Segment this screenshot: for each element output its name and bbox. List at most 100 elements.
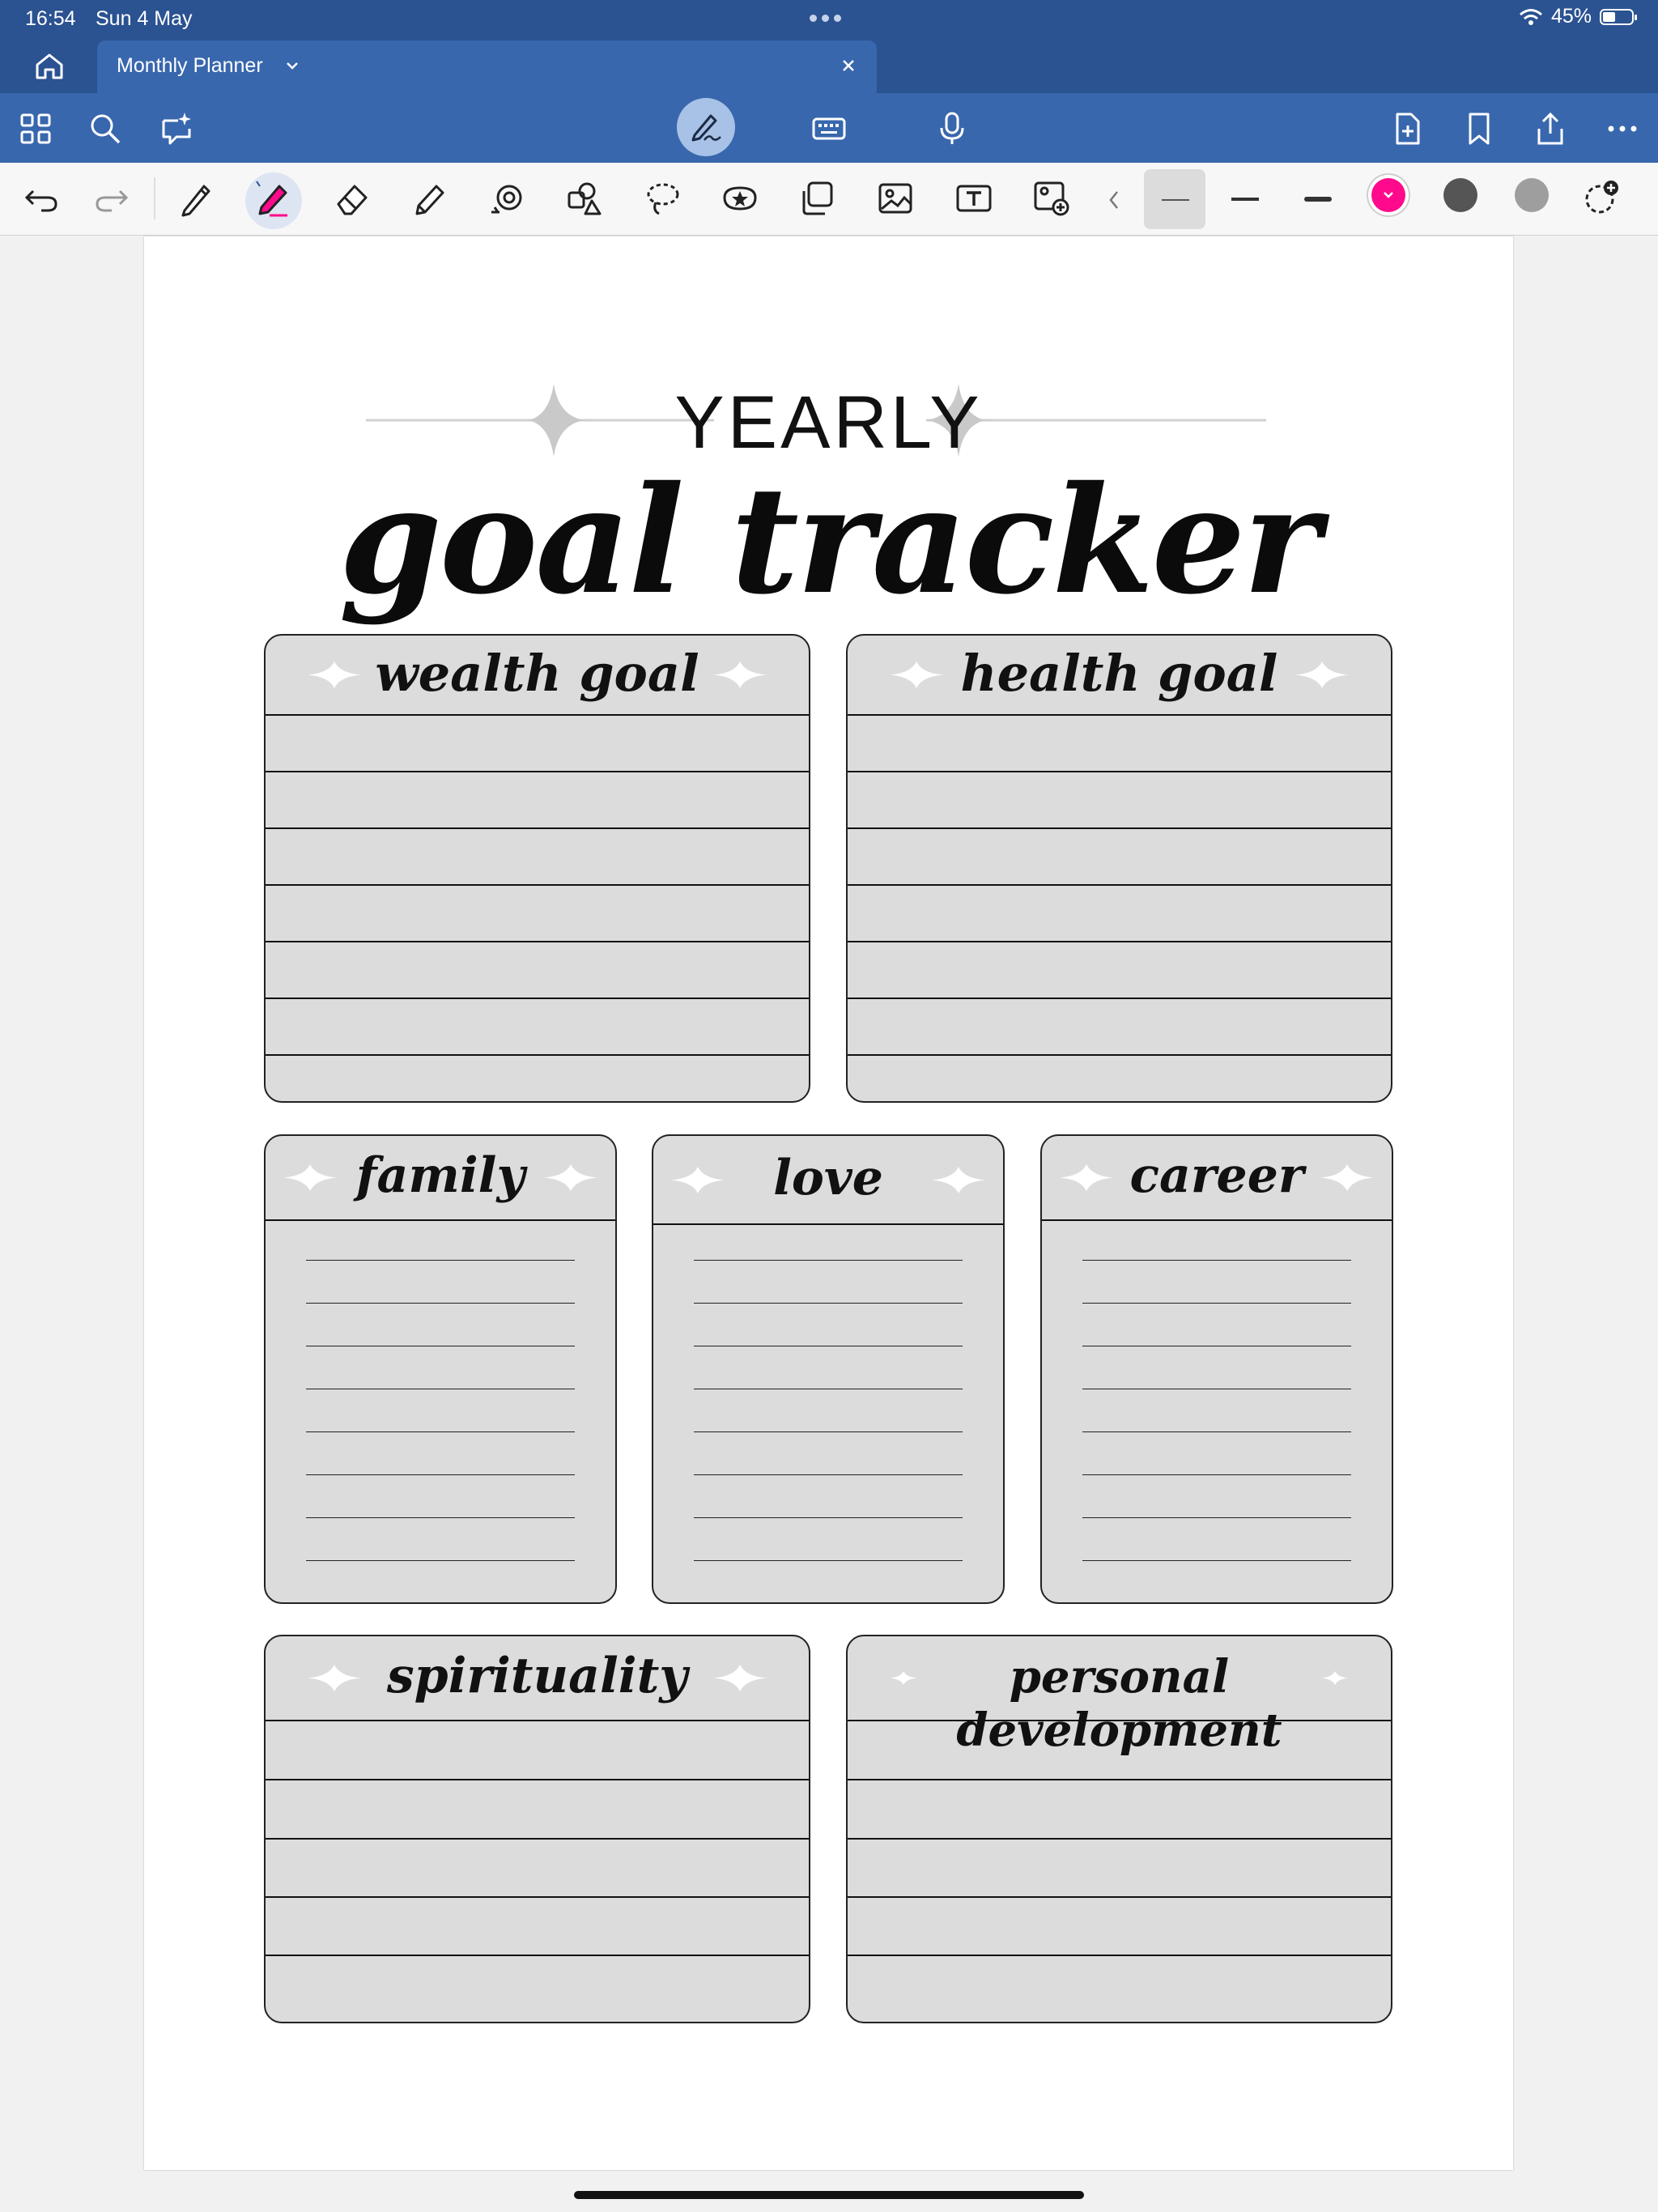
- search-icon[interactable]: [87, 111, 123, 147]
- writing-line: [266, 884, 809, 886]
- drawing-toolbar: [0, 163, 1658, 236]
- writing-line: [306, 1260, 575, 1261]
- writing-line: [266, 998, 809, 999]
- sparkle-icon: [283, 1164, 337, 1195]
- writing-line: [848, 1838, 1391, 1840]
- planner-page[interactable]: YEARLY goal tracker wealth goal health go…: [144, 236, 1513, 2170]
- more-icon[interactable]: [1605, 111, 1640, 147]
- wifi-icon: [1519, 8, 1542, 25]
- text-box-icon[interactable]: [955, 180, 993, 217]
- goal-box-wealth-goal[interactable]: wealth goal: [264, 634, 810, 1103]
- page-title: goal tracker: [338, 453, 1321, 627]
- add-page-icon[interactable]: [1389, 111, 1425, 147]
- handwriting-pen-icon: [691, 114, 721, 142]
- writing-line: [306, 1431, 575, 1432]
- main-toolbar: [0, 93, 1658, 163]
- share-icon[interactable]: [1533, 111, 1568, 147]
- sparkle-icon: [308, 1665, 361, 1695]
- sparkle-icon: [713, 661, 767, 692]
- close-icon[interactable]: [838, 55, 859, 76]
- tab-title: Monthly Planner: [117, 54, 263, 77]
- writing-line: [848, 1054, 1391, 1056]
- top-bar: 16:54 Sun 4 May 45% Monthly Planner: [0, 0, 1658, 93]
- writing-line: [694, 1431, 963, 1432]
- writing-line: [694, 1517, 963, 1518]
- writing-line: [848, 1779, 1391, 1780]
- goal-box-header: spirituality: [266, 1636, 809, 1721]
- ai-assist-icon[interactable]: [159, 111, 194, 147]
- writing-line: [306, 1517, 575, 1518]
- writing-line: [306, 1474, 575, 1475]
- sticker-icon[interactable]: [721, 180, 759, 217]
- sparkle-icon: [932, 1167, 985, 1197]
- tab-monthly-planner[interactable]: Monthly Planner: [97, 40, 877, 93]
- eraser-icon[interactable]: [334, 180, 371, 217]
- goal-box-love[interactable]: love: [652, 1134, 1005, 1604]
- pen-icon[interactable]: [178, 180, 215, 217]
- writing-line: [1082, 1260, 1351, 1261]
- status-indicators: 45%: [1519, 5, 1637, 28]
- writing-line: [1082, 1517, 1351, 1518]
- writing-line: [1082, 1431, 1351, 1432]
- color-swatch-dark-gray[interactable]: [1443, 178, 1477, 212]
- goal-box-header: career: [1042, 1136, 1392, 1221]
- goal-box-spirituality[interactable]: spirituality: [264, 1635, 810, 2023]
- image-icon[interactable]: [877, 180, 914, 217]
- sparkle-icon: [1321, 1671, 1349, 1689]
- redo-icon[interactable]: [92, 180, 130, 217]
- writing-line: [1082, 1303, 1351, 1304]
- highlight-pen-icon[interactable]: [255, 180, 292, 217]
- sparkle-icon: [308, 661, 361, 692]
- writing-line: [306, 1303, 575, 1304]
- stroke-width-medium[interactable]: [1231, 198, 1259, 201]
- home-icon[interactable]: [31, 50, 68, 83]
- writing-line: [266, 941, 809, 942]
- goal-box-career[interactable]: career: [1040, 1134, 1393, 1604]
- writing-line: [266, 1896, 809, 1898]
- writing-line: [848, 771, 1391, 772]
- goal-box-personal-development[interactable]: personal development: [846, 1635, 1392, 2023]
- sparkle-icon: [890, 1671, 917, 1689]
- add-color-icon[interactable]: [1584, 180, 1619, 215]
- chevron-down-icon[interactable]: [283, 57, 301, 74]
- writing-line: [694, 1260, 963, 1261]
- status-date: Sun 4 May: [96, 7, 193, 30]
- shapes-icon[interactable]: [566, 180, 603, 217]
- keyboard-icon[interactable]: [811, 111, 847, 147]
- goal-box-header: personal development: [848, 1636, 1391, 1757]
- sparkle-icon: [1320, 1164, 1374, 1195]
- writing-line: [694, 1560, 963, 1561]
- stroke-width-thick[interactable]: [1304, 197, 1332, 202]
- sparkle-icon: [890, 661, 943, 692]
- goal-box-header: wealth goal: [266, 636, 809, 716]
- writing-line: [848, 941, 1391, 942]
- highlighter-icon[interactable]: [410, 180, 448, 217]
- chevron-down-icon: [1384, 192, 1393, 198]
- writing-line: [848, 1896, 1391, 1898]
- handwriting-mode-button[interactable]: [677, 98, 735, 156]
- writing-line: [848, 884, 1391, 886]
- multitasking-dots-icon[interactable]: [810, 11, 850, 24]
- home-indicator[interactable]: [574, 2191, 1084, 2199]
- microphone-icon[interactable]: [934, 111, 970, 147]
- lasso-icon[interactable]: [644, 180, 682, 217]
- camera-image-icon[interactable]: [1033, 180, 1070, 217]
- bookmark-icon[interactable]: [1461, 111, 1497, 147]
- status-time: 16:54: [25, 7, 76, 30]
- sparkle-icon: [1060, 1164, 1113, 1195]
- thumbnails-icon[interactable]: [18, 111, 53, 147]
- goal-box-header: love: [653, 1136, 1003, 1225]
- toolbar-divider: [154, 177, 155, 219]
- shape-tool-icon[interactable]: [488, 180, 525, 217]
- writing-line: [848, 998, 1391, 999]
- goal-box-health-goal[interactable]: health goal: [846, 634, 1392, 1103]
- collapse-left-icon[interactable]: [1107, 189, 1120, 211]
- color-swatch-gray[interactable]: [1515, 178, 1549, 212]
- writing-line: [266, 827, 809, 829]
- thin-line-icon: [1162, 199, 1189, 201]
- elements-icon[interactable]: [799, 180, 836, 217]
- writing-line: [1082, 1474, 1351, 1475]
- goal-box-family[interactable]: family: [264, 1134, 617, 1604]
- color-swatch-selected[interactable]: [1371, 178, 1405, 212]
- undo-icon[interactable]: [23, 180, 61, 217]
